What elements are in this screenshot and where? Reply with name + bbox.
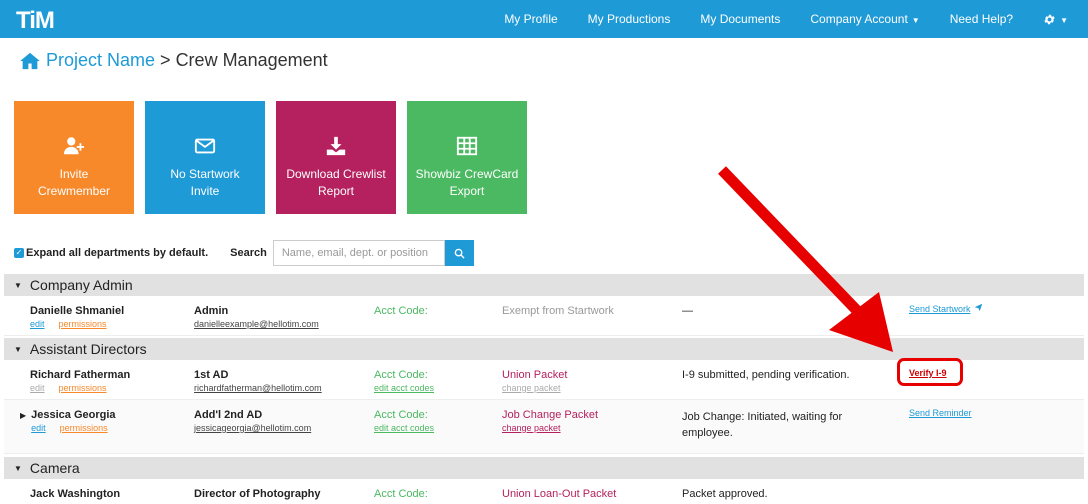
- send-startwork-link[interactable]: Send Startwork: [909, 304, 971, 314]
- crew-role: Director of Photography: [194, 488, 321, 500]
- tile-label-line2: Invite: [190, 184, 220, 198]
- department-name: Company Admin: [29, 277, 133, 293]
- permissions-link[interactable]: permissions: [59, 383, 107, 393]
- expand-all-checkbox[interactable]: ✓: [14, 248, 24, 258]
- acct-code-label: Acct Code:: [374, 409, 428, 421]
- acct-code-label: Acct Code:: [374, 488, 428, 500]
- edit-link[interactable]: edit: [30, 319, 45, 329]
- crew-name: Richard Fatherman: [30, 369, 131, 381]
- action-tiles: Invite Crewmember No Startwork Invite Do…: [14, 101, 538, 214]
- acct-code-label: Acct Code:: [374, 305, 428, 317]
- tile-label-line2: Report: [317, 184, 355, 198]
- packet-name: Job Change Packet: [502, 409, 599, 421]
- send-reminder-link[interactable]: Send Reminder: [909, 408, 972, 418]
- expand-all-label: Expand all departments by default.: [26, 247, 209, 259]
- crew-role: 1st AD: [194, 369, 229, 381]
- crew-name: Danielle Shmaniel: [30, 305, 125, 317]
- crew-email[interactable]: richardfatherman@hellotim.com: [194, 382, 322, 395]
- breadcrumb-separator: >: [160, 50, 171, 70]
- search-button[interactable]: [444, 240, 474, 266]
- crew-role: Admin: [194, 305, 229, 317]
- nav-company-account-label: Company Account: [810, 12, 908, 26]
- department-header-assistant-directors[interactable]: ▼ Assistant Directors: [4, 338, 1084, 360]
- list-controls: ✓ Expand all departments by default. Sea…: [14, 240, 474, 266]
- packet-status: Exempt from Startwork: [502, 305, 614, 317]
- main-nav: My Profile My Productions My Documents C…: [489, 0, 1088, 38]
- caret-right-icon[interactable]: ▶: [20, 409, 26, 435]
- caret-down-icon: ▼: [14, 463, 22, 473]
- home-icon[interactable]: [20, 52, 40, 70]
- crew-status: I-9 submitted, pending verification.: [682, 369, 850, 381]
- change-packet-link[interactable]: change packet: [502, 422, 598, 435]
- table-row: Jack Washington Director of Photography …: [4, 479, 1084, 504]
- app-logo[interactable]: TiM: [16, 7, 55, 35]
- crew-name: Jessica Georgia: [31, 409, 116, 421]
- tile-label-line1: No Startwork: [170, 167, 240, 181]
- department-header-camera[interactable]: ▼ Camera: [4, 457, 1084, 479]
- table-icon: [456, 136, 478, 156]
- permissions-link[interactable]: permissions: [60, 423, 108, 433]
- crew-role: Add'l 2nd AD: [194, 409, 263, 421]
- search-input[interactable]: [272, 240, 445, 266]
- packet-name: Union Packet: [502, 369, 568, 381]
- crew-status-line1: Job Change: Initiated, waiting for: [682, 411, 843, 423]
- edit-link[interactable]: edit: [30, 383, 45, 393]
- edit-link[interactable]: edit: [31, 423, 46, 433]
- caret-down-icon: ▼: [14, 280, 22, 290]
- table-row: ▶ Jessica Georgia edit permissions Add'l …: [4, 400, 1084, 454]
- add-user-icon: [63, 137, 85, 155]
- department-name: Camera: [29, 460, 80, 476]
- crew-email[interactable]: danielleexample@hellotim.com: [194, 318, 319, 331]
- tile-label-line2: Export: [449, 184, 485, 198]
- change-packet-link[interactable]: change packet: [502, 382, 567, 395]
- breadcrumb-project-link[interactable]: Project Name: [46, 50, 155, 71]
- no-startwork-invite-tile[interactable]: No Startwork Invite: [145, 101, 265, 214]
- crew-name: Jack Washington: [30, 488, 121, 500]
- top-navbar: TiM My Profile My Productions My Documen…: [0, 0, 1088, 38]
- caret-down-icon: ▼: [1060, 15, 1068, 25]
- gear-icon: [1044, 14, 1055, 25]
- department-header-company-admin[interactable]: ▼ Company Admin: [4, 274, 1084, 296]
- showbiz-crewcard-export-tile[interactable]: Showbiz CrewCard Export: [407, 101, 527, 214]
- tile-label-line2: Crewmember: [37, 184, 110, 198]
- download-icon: [326, 136, 346, 156]
- highlight-box: [897, 358, 963, 386]
- tile-label-line1: Invite: [59, 167, 89, 181]
- invite-crewmember-tile[interactable]: Invite Crewmember: [14, 101, 134, 214]
- search-icon: [454, 248, 465, 259]
- tile-label-line1: Download Crewlist: [286, 167, 386, 181]
- search-label: Search: [230, 247, 267, 259]
- packet-name: Union Loan-Out Packet: [502, 488, 617, 500]
- table-row: Danielle Shmaniel edit permissions Admin …: [4, 296, 1084, 336]
- paper-plane-icon: [974, 303, 982, 312]
- nav-my-profile[interactable]: My Profile: [489, 12, 572, 26]
- crew-email[interactable]: jessicageorgia@hellotim.com: [194, 422, 311, 435]
- breadcrumb: Project Name > Crew Management: [20, 50, 328, 71]
- crew-status: —: [682, 305, 693, 317]
- page-title: Crew Management: [175, 50, 328, 70]
- edit-acct-codes-link[interactable]: edit acct codes: [374, 382, 434, 395]
- department-name: Assistant Directors: [29, 341, 147, 357]
- permissions-link[interactable]: permissions: [59, 319, 107, 329]
- acct-code-label: Acct Code:: [374, 369, 428, 381]
- nav-my-productions[interactable]: My Productions: [573, 12, 686, 26]
- caret-down-icon: ▼: [911, 16, 920, 25]
- nav-need-help[interactable]: Need Help?: [935, 12, 1028, 26]
- crew-status: Packet approved.: [682, 488, 768, 500]
- tile-label-line1: Showbiz CrewCard: [415, 167, 519, 181]
- settings-menu[interactable]: ▼: [1028, 12, 1088, 26]
- envelope-icon: [194, 138, 216, 154]
- edit-acct-codes-link[interactable]: edit acct codes: [374, 422, 434, 435]
- caret-down-icon: ▼: [14, 344, 22, 354]
- crew-status-line2: employee.: [682, 427, 733, 439]
- nav-my-documents[interactable]: My Documents: [685, 12, 795, 26]
- nav-company-account[interactable]: Company Account ▼: [795, 12, 934, 26]
- download-crewlist-report-tile[interactable]: Download Crewlist Report: [276, 101, 396, 214]
